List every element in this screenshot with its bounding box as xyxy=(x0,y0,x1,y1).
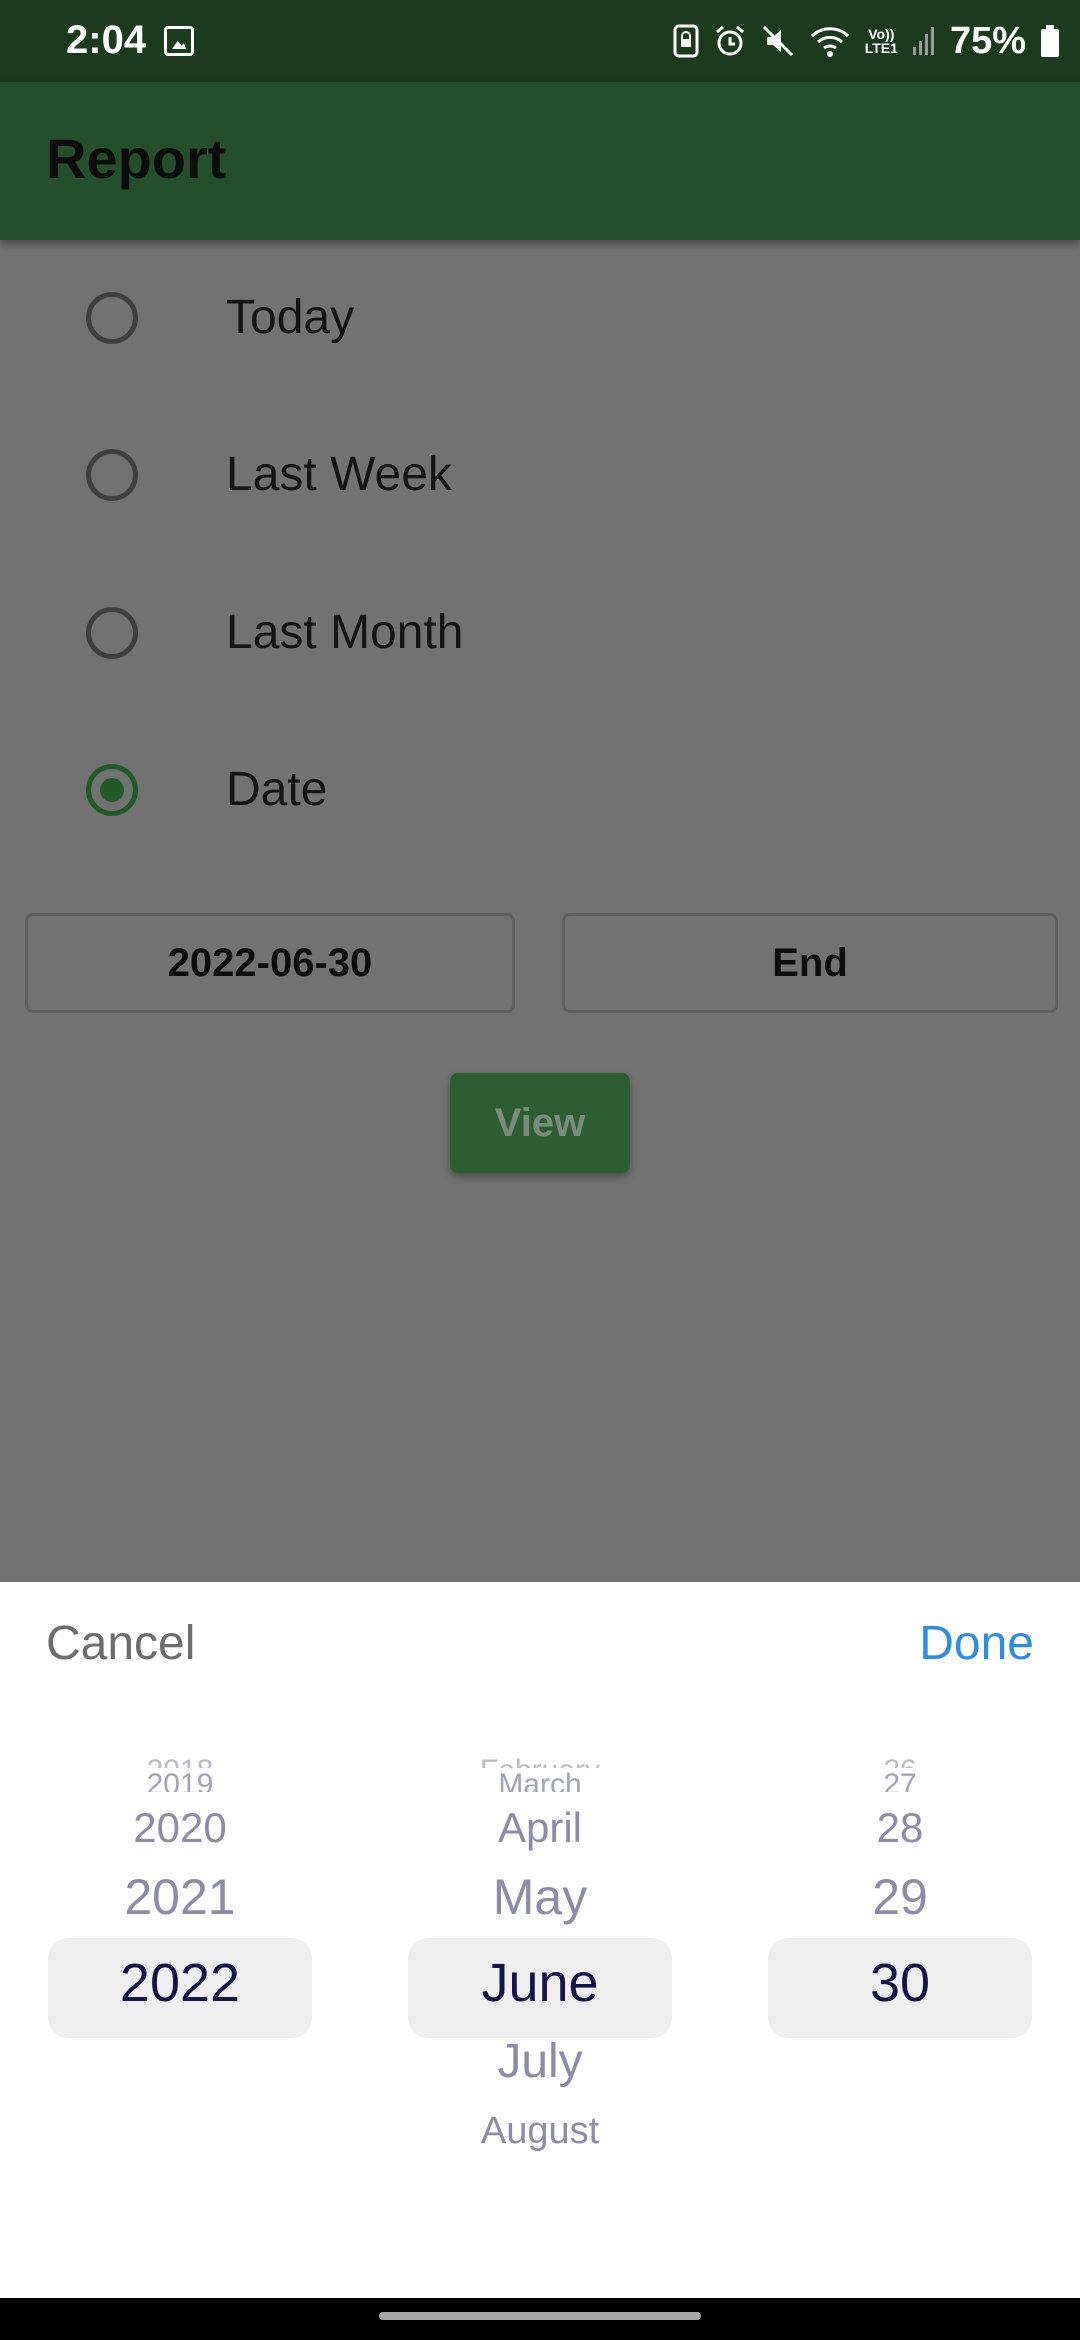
done-button[interactable]: Done xyxy=(919,1616,1034,1671)
home-handle[interactable] xyxy=(379,2312,701,2320)
lock-rotate-icon xyxy=(673,24,699,58)
battery-percent: 75% xyxy=(949,19,1026,62)
radio-label: Last Month xyxy=(226,606,464,659)
radio-option-last-month[interactable]: Last Month xyxy=(0,575,1080,695)
month-item-selected: June xyxy=(481,1953,599,2013)
month-wheel[interactable]: February March April May June July Augus… xyxy=(408,1754,672,2188)
navigation-bar xyxy=(0,2298,1080,2340)
day-item: 29 xyxy=(872,1869,928,1925)
month-item: February xyxy=(408,1754,672,1768)
radio-option-date[interactable]: Date xyxy=(0,732,1080,852)
view-button[interactable]: View xyxy=(450,1073,630,1173)
start-date-button[interactable]: 2022-06-30 xyxy=(25,913,515,1013)
day-item: 26 xyxy=(768,1754,1032,1768)
signal-icon xyxy=(912,27,934,55)
day-item-selected: 30 xyxy=(869,1953,931,2013)
status-bar: 2:04 Vo)) LTE1 75% xyxy=(0,0,1080,82)
year-item: 2020 xyxy=(133,1804,227,1851)
volte-label: Vo)) xyxy=(868,26,895,42)
radio-label: Date xyxy=(226,763,328,816)
year-item: 2018 xyxy=(48,1754,312,1768)
cancel-button[interactable]: Cancel xyxy=(46,1616,195,1671)
month-item: March xyxy=(498,1768,582,1792)
radio-button[interactable] xyxy=(86,292,138,344)
year-item: 2021 xyxy=(124,1869,236,1925)
lte-label: LTE1 xyxy=(864,40,898,56)
month-item: May xyxy=(492,1869,588,1925)
month-item: April xyxy=(497,1804,583,1851)
mute-icon xyxy=(762,25,793,57)
month-item: July xyxy=(497,2035,583,2088)
day-item: 28 xyxy=(876,1804,924,1851)
day-wheel[interactable]: 26 27 28 29 30 xyxy=(768,1754,1032,2188)
page-title: Report xyxy=(46,127,227,190)
year-wheel[interactable]: 2018 2019 2020 2021 2022 xyxy=(48,1754,312,2188)
network-type: Vo)) LTE1 xyxy=(865,27,898,55)
radio-option-last-week[interactable]: Last Week xyxy=(0,417,1080,537)
app-bar: Report xyxy=(0,82,1080,240)
status-icons: Vo)) LTE1 75% xyxy=(673,16,1060,66)
year-item: 2019 xyxy=(146,1768,214,1792)
date-picker-sheet: Cancel Done 2018 2019 2020 2021 2022 Feb… xyxy=(0,1582,1080,2298)
radio-option-today[interactable]: Today xyxy=(0,260,1080,380)
battery-icon xyxy=(1041,25,1059,57)
radio-button[interactable] xyxy=(86,607,138,659)
radio-button[interactable] xyxy=(86,449,138,501)
end-date-button[interactable]: End xyxy=(562,913,1058,1013)
radio-button-selected[interactable] xyxy=(86,764,138,816)
radio-label: Today xyxy=(226,291,355,344)
month-item: August xyxy=(480,2110,600,2152)
radio-label: Last Week xyxy=(226,448,452,501)
image-icon xyxy=(164,26,194,56)
day-item: 27 xyxy=(883,1768,917,1792)
alarm-icon xyxy=(715,25,744,56)
year-item-selected: 2022 xyxy=(119,1953,241,2013)
status-time: 2:04 xyxy=(66,18,147,62)
wifi-icon xyxy=(810,27,849,57)
